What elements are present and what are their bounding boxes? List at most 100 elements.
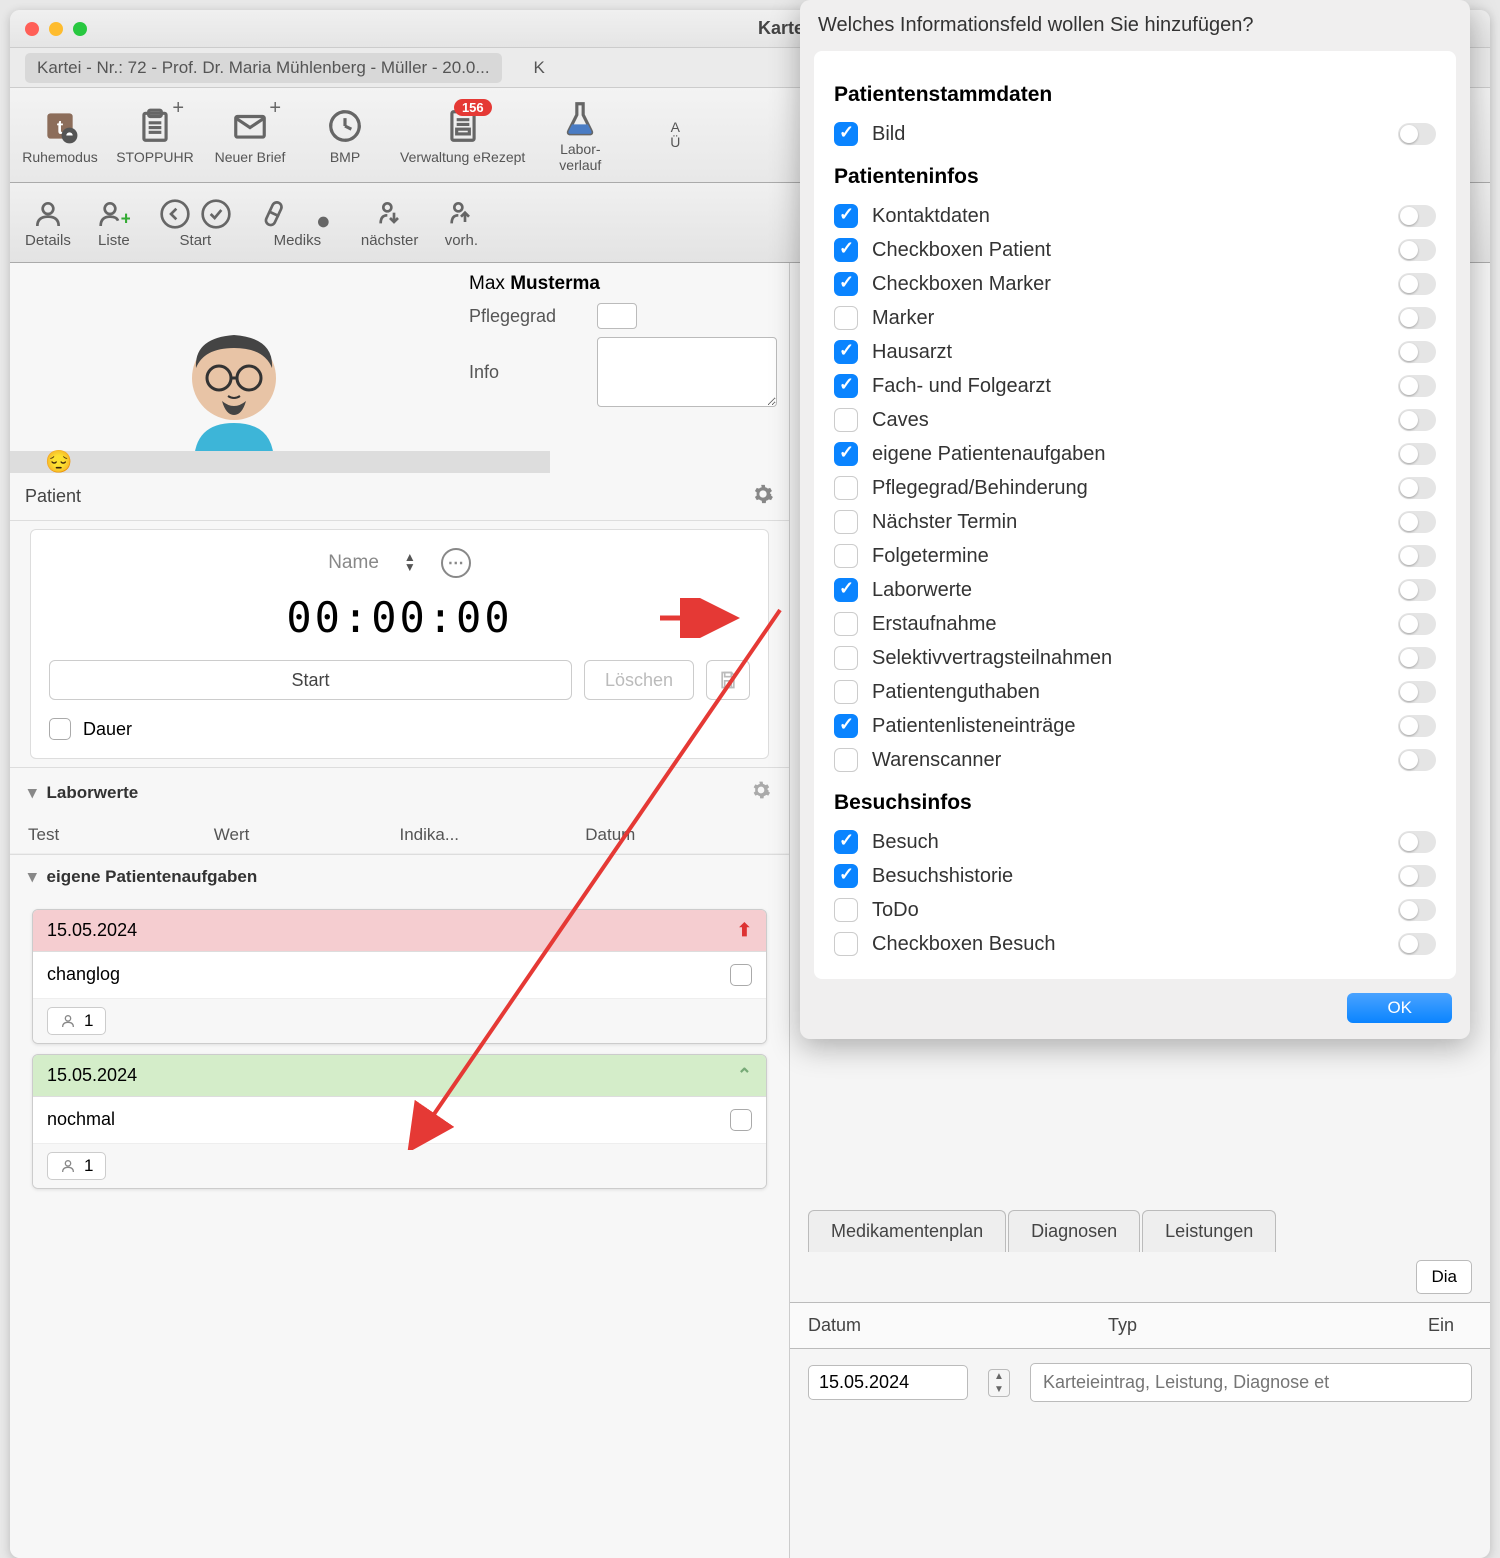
patient-settings-gear-icon[interactable] bbox=[752, 483, 774, 510]
dialog-option-row[interactable]: Checkboxen Marker bbox=[834, 267, 1436, 301]
option-checkbox[interactable] bbox=[834, 238, 858, 262]
task-checkbox[interactable] bbox=[730, 964, 752, 986]
option-checkbox[interactable] bbox=[834, 272, 858, 296]
tab-leistungen[interactable]: Leistungen bbox=[1142, 1210, 1276, 1252]
option-toggle[interactable] bbox=[1398, 123, 1436, 145]
dialog-option-row[interactable]: Checkboxen Besuch bbox=[834, 927, 1436, 961]
toolbar-stoppuhr[interactable]: + STOPPUHR bbox=[115, 105, 195, 165]
option-checkbox[interactable] bbox=[834, 408, 858, 432]
more-menu-icon[interactable]: ⋯ bbox=[441, 548, 471, 578]
option-toggle[interactable] bbox=[1398, 613, 1436, 635]
dialog-option-row[interactable]: Besuchshistorie bbox=[834, 859, 1436, 893]
option-toggle[interactable] bbox=[1398, 307, 1436, 329]
option-checkbox[interactable] bbox=[834, 898, 858, 922]
toolbar-vorh[interactable]: vorh. bbox=[443, 196, 479, 249]
tab-medikamentenplan[interactable]: Medikamentenplan bbox=[808, 1210, 1006, 1252]
option-checkbox[interactable] bbox=[834, 510, 858, 534]
option-toggle[interactable] bbox=[1398, 865, 1436, 887]
dialog-option-row[interactable]: Marker bbox=[834, 301, 1436, 335]
loeschen-button[interactable]: Löschen bbox=[584, 660, 694, 700]
option-toggle[interactable] bbox=[1398, 477, 1436, 499]
option-toggle[interactable] bbox=[1398, 205, 1436, 227]
dialog-option-row[interactable]: Hausarzt bbox=[834, 335, 1436, 369]
option-toggle[interactable] bbox=[1398, 273, 1436, 295]
dialog-option-row[interactable]: Bild bbox=[834, 117, 1436, 151]
tab-second[interactable]: K bbox=[522, 53, 557, 83]
task-checkbox[interactable] bbox=[730, 1109, 752, 1131]
tab-diagnosen[interactable]: Diagnosen bbox=[1008, 1210, 1140, 1252]
toolbar-laborverlauf[interactable]: Labor- verlauf bbox=[540, 97, 620, 173]
laborwerte-header[interactable]: ▾ Laborwerte bbox=[10, 768, 789, 817]
option-checkbox[interactable] bbox=[834, 830, 858, 854]
option-checkbox[interactable] bbox=[834, 476, 858, 500]
option-toggle[interactable] bbox=[1398, 409, 1436, 431]
option-checkbox[interactable] bbox=[834, 204, 858, 228]
dialog-option-row[interactable]: Patientenguthaben bbox=[834, 675, 1436, 709]
option-checkbox[interactable] bbox=[834, 442, 858, 466]
dialog-option-row[interactable]: Pflegegrad/Behinderung bbox=[834, 471, 1436, 505]
labor-gear-icon[interactable] bbox=[751, 780, 771, 805]
aufgaben-header[interactable]: ▾ eigene Patientenaufgaben bbox=[10, 855, 789, 899]
option-toggle[interactable] bbox=[1398, 899, 1436, 921]
dialog-option-row[interactable]: Kontaktdaten bbox=[834, 199, 1436, 233]
dialog-option-row[interactable]: Besuch bbox=[834, 825, 1436, 859]
dialog-option-row[interactable]: Folgetermine bbox=[834, 539, 1436, 573]
option-checkbox[interactable] bbox=[834, 714, 858, 738]
option-toggle[interactable] bbox=[1398, 831, 1436, 853]
name-stepper-icon[interactable]: ▲▼ bbox=[404, 553, 416, 572]
zoom-window-button[interactable] bbox=[73, 22, 87, 36]
dialog-option-row[interactable]: Fach- und Folgearzt bbox=[834, 369, 1436, 403]
info-textarea[interactable] bbox=[597, 337, 777, 407]
pflegegrad-input[interactable] bbox=[597, 303, 637, 329]
option-checkbox[interactable] bbox=[834, 306, 858, 330]
toolbar-details[interactable]: Details bbox=[25, 196, 71, 249]
option-checkbox[interactable] bbox=[834, 680, 858, 704]
toolbar-liste[interactable]: + Liste bbox=[96, 196, 132, 249]
entry-date-input[interactable] bbox=[808, 1365, 968, 1400]
option-toggle[interactable] bbox=[1398, 375, 1436, 397]
start-button[interactable]: Start bbox=[49, 660, 572, 700]
option-toggle[interactable] bbox=[1398, 545, 1436, 567]
option-checkbox[interactable] bbox=[834, 612, 858, 636]
option-checkbox[interactable] bbox=[834, 578, 858, 602]
toolbar-neuer-brief[interactable]: + Neuer Brief bbox=[210, 105, 290, 165]
save-icon[interactable] bbox=[706, 660, 750, 700]
option-checkbox[interactable] bbox=[834, 748, 858, 772]
option-toggle[interactable] bbox=[1398, 681, 1436, 703]
task-card[interactable]: 15.05.2024⌃nochmal1 bbox=[32, 1054, 767, 1189]
dialog-option-row[interactable]: Patientenlisteneinträge bbox=[834, 709, 1436, 743]
minimize-window-button[interactable] bbox=[49, 22, 63, 36]
ok-button[interactable]: OK bbox=[1347, 993, 1452, 1023]
tab-active[interactable]: Kartei - Nr.: 72 - Prof. Dr. Maria Mühle… bbox=[25, 53, 502, 83]
dialog-option-row[interactable]: Nächster Termin bbox=[834, 505, 1436, 539]
dialog-option-row[interactable]: Selektivvertragsteilnahmen bbox=[834, 641, 1436, 675]
arrow-up-icon[interactable]: ⬆ bbox=[737, 920, 752, 941]
toolbar-naechster[interactable]: nächster bbox=[361, 196, 419, 249]
option-checkbox[interactable] bbox=[834, 932, 858, 956]
close-window-button[interactable] bbox=[25, 22, 39, 36]
chevron-up-icon[interactable]: ⌃ bbox=[737, 1065, 752, 1086]
option-toggle[interactable] bbox=[1398, 715, 1436, 737]
option-toggle[interactable] bbox=[1398, 579, 1436, 601]
dia-button[interactable]: Dia bbox=[1416, 1260, 1472, 1294]
dialog-option-row[interactable]: eigene Patientenaufgaben bbox=[834, 437, 1436, 471]
task-assignee-count[interactable]: 1 bbox=[47, 1152, 106, 1180]
option-toggle[interactable] bbox=[1398, 647, 1436, 669]
option-toggle[interactable] bbox=[1398, 239, 1436, 261]
toolbar-ruhemodus[interactable]: t Ruhemodus bbox=[20, 105, 100, 165]
option-checkbox[interactable] bbox=[834, 122, 858, 146]
dialog-option-row[interactable]: Checkboxen Patient bbox=[834, 233, 1436, 267]
option-checkbox[interactable] bbox=[834, 374, 858, 398]
name-selector[interactable]: Name bbox=[328, 552, 379, 574]
dialog-option-row[interactable]: ToDo bbox=[834, 893, 1436, 927]
dialog-option-row[interactable]: Warenscanner bbox=[834, 743, 1436, 777]
option-checkbox[interactable] bbox=[834, 864, 858, 888]
option-checkbox[interactable] bbox=[834, 646, 858, 670]
back-icon[interactable] bbox=[157, 196, 193, 232]
option-checkbox[interactable] bbox=[834, 340, 858, 364]
toolbar-bmp[interactable]: BMP bbox=[305, 105, 385, 165]
option-toggle[interactable] bbox=[1398, 749, 1436, 771]
option-toggle[interactable] bbox=[1398, 341, 1436, 363]
option-toggle[interactable] bbox=[1398, 511, 1436, 533]
option-toggle[interactable] bbox=[1398, 933, 1436, 955]
